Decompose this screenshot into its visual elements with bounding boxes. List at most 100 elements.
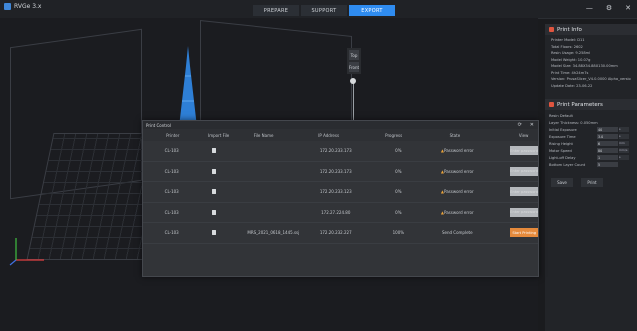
minimize-icon[interactable]: —	[586, 4, 593, 12]
file-name-cell: MRS_2021_0618_1445.ssjhprt	[247, 230, 299, 236]
param-unit: s	[619, 127, 629, 132]
ip-cell: 172.20.232.227	[319, 230, 352, 236]
param-label: Motor Speed	[549, 148, 572, 153]
state-text: Password error	[443, 148, 474, 154]
app-title: RVGe 3.x	[4, 3, 41, 10]
file-icon[interactable]	[212, 148, 217, 154]
param-label: Layer Thickness: 0.050mm	[549, 120, 598, 125]
param-label: Light-off Delay	[549, 155, 576, 160]
param-unit: mm	[619, 141, 629, 146]
motor-speed-field[interactable]: 80	[597, 148, 618, 153]
print-info-title: Print Info	[557, 26, 582, 33]
right-panel: Print Info Printer Model: D11 Total Floo…	[545, 24, 637, 331]
view-top-button[interactable]: Top	[349, 50, 359, 60]
ip-cell: 172.27.224.80	[321, 209, 351, 215]
param-unit: mm/s	[619, 148, 629, 153]
progress-cell: 100%	[392, 230, 405, 236]
param-label: Bottom Layer Count	[549, 162, 586, 167]
param-label: Resin Default	[549, 113, 573, 118]
exposure-time-field[interactable]: 3.0	[597, 134, 618, 139]
import-file-cell	[198, 230, 247, 236]
enter-password-button[interactable]: Enter password	[510, 166, 538, 176]
enter-password-button[interactable]: Enter password	[510, 207, 538, 217]
view-cell: Enter password	[490, 166, 538, 176]
param-row: Resin Default	[549, 112, 633, 119]
view-cell: Start Printing	[490, 228, 538, 238]
view-front-button[interactable]: Front	[349, 62, 359, 72]
state-text: Password error	[443, 189, 474, 195]
view-toolbar: Top Front	[347, 48, 361, 74]
enter-password-button[interactable]: Enter password	[510, 146, 538, 156]
file-icon[interactable]	[212, 189, 217, 195]
app-title-text: RVGe 3.x	[14, 3, 42, 10]
view-cell: Enter password	[490, 187, 538, 197]
printer-cell: CL-103	[164, 148, 179, 154]
start-printing-button[interactable]: Start Printing	[510, 228, 538, 238]
refresh-icon[interactable]: ⟳	[518, 122, 522, 128]
param-label: Exposure Time	[549, 134, 576, 139]
table-row: CL-103 172.20.233.173 0% ▲Password error…	[143, 162, 538, 182]
window-controls: — ⚙ ✕	[586, 4, 631, 12]
table-row: CL-103 172.20.233.123 0% ▲Password error…	[143, 182, 538, 203]
light-off-delay-field[interactable]: 1	[597, 155, 618, 160]
param-row: Light-off Delay 1 s	[549, 154, 633, 161]
import-file-cell	[198, 148, 247, 154]
rising-height-field[interactable]: 6	[597, 141, 618, 146]
params-icon	[549, 102, 554, 107]
dialog-titlebar: Print Control ⟳ ✕	[143, 121, 538, 129]
param-row: Layer Thickness: 0.050mm	[549, 119, 633, 126]
close-icon[interactable]: ✕	[530, 122, 534, 128]
print-params-list: Resin Default Layer Thickness: 0.050mm I…	[545, 110, 637, 170]
dialog-icons: ⟳ ✕	[518, 122, 534, 128]
main-tabs: PREPARE SUPPORT EXPORT	[253, 5, 397, 16]
dialog-title: Print Control	[146, 122, 171, 128]
print-params-header: Print Parameters	[545, 99, 637, 110]
state-cell: ▲Password error	[424, 210, 490, 215]
param-row: Initial Exposure 40 s	[549, 126, 633, 133]
column-header: Printer	[166, 132, 180, 138]
view-cell: Enter password	[490, 146, 538, 156]
save-button[interactable]: Save	[551, 178, 573, 187]
printer-cell: CL-103	[164, 209, 179, 215]
ip-cell: 172.20.233.173	[319, 168, 352, 174]
column-header: IP Address	[318, 132, 340, 138]
param-row: Exposure Time 3.0 s	[549, 133, 633, 140]
print-info-header: Print Info	[545, 24, 637, 35]
column-header: Import File	[208, 132, 230, 138]
close-icon[interactable]: ✕	[625, 4, 631, 12]
import-file-cell	[198, 209, 247, 215]
column-header: Progress	[385, 132, 403, 138]
tab-export[interactable]: EXPORT	[349, 5, 395, 16]
axis-gizmo	[9, 238, 44, 266]
state-text: Password error	[443, 209, 474, 215]
file-icon[interactable]	[212, 168, 217, 174]
state-cell: ▲Password error	[424, 189, 490, 194]
state-cell: Send Complete	[441, 230, 473, 236]
layer-slider-handle[interactable]	[350, 78, 356, 84]
state-text: Password error	[443, 168, 474, 174]
print-button[interactable]: Print	[581, 178, 603, 187]
column-header: View	[518, 132, 529, 138]
import-file-cell	[198, 168, 247, 174]
table-row: CL-103 172.27.224.80 0% ▲Password error …	[143, 203, 538, 223]
import-file-cell	[198, 189, 247, 195]
title-bar: RVGe 3.x PREPARE SUPPORT EXPORT — ⚙ ✕	[0, 0, 637, 19]
table-row: CL-103 172.20.233.173 0% ▲Password error…	[143, 141, 538, 162]
column-header: File Name	[253, 132, 274, 138]
param-buttons: Save Print	[545, 170, 637, 187]
progress-cell: 0%	[395, 148, 402, 154]
file-icon[interactable]	[212, 230, 217, 236]
tab-support[interactable]: SUPPORT	[301, 5, 347, 16]
print-params-title: Print Parameters	[557, 101, 603, 108]
settings-icon[interactable]: ⚙	[606, 4, 612, 12]
info-icon	[549, 27, 554, 32]
ip-cell: 172.20.233.123	[319, 189, 352, 195]
file-icon[interactable]	[212, 209, 217, 215]
bottom-layer-count-field[interactable]: 5	[597, 162, 618, 167]
param-label: Rising Height	[549, 141, 573, 146]
initial-exposure-field[interactable]: 40	[597, 127, 618, 132]
ip-cell: 172.20.233.173	[319, 148, 352, 154]
progress-cell: 0%	[395, 168, 402, 174]
tab-prepare[interactable]: PREPARE	[253, 5, 299, 16]
enter-password-button[interactable]: Enter password	[510, 187, 538, 197]
